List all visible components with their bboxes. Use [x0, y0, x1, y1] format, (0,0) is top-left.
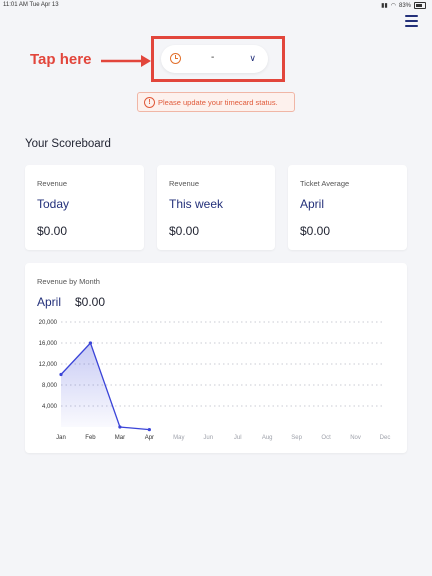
x-tick-label: Dec	[380, 435, 391, 441]
scoreboard-card-week[interactable]: Revenue This week $0.00	[157, 165, 275, 250]
scoreboard-card-today[interactable]: Revenue Today $0.00	[25, 165, 144, 250]
card-amount: $0.00	[169, 224, 200, 238]
chevron-down-icon: ∨	[249, 53, 256, 63]
alert-icon: !	[144, 97, 155, 108]
y-tick-label: 4,000	[42, 404, 58, 410]
x-tick-label: Mar	[115, 435, 125, 441]
y-tick-label: 8,000	[42, 383, 58, 389]
card-amount: $0.00	[300, 224, 331, 238]
revenue-chart: 4,000 8,000 12,000 16,000 20,000 Jan Feb Mar Apr…	[39, 320, 391, 441]
x-tick-label: May	[173, 435, 184, 441]
x-tick-label: Nov	[350, 435, 361, 441]
card-amount: $0.00	[37, 224, 68, 238]
card-label: Ticket Average	[300, 179, 350, 188]
scoreboard-title: Your Scoreboard	[25, 138, 111, 150]
status-time: 11:01 AM Tue Apr 13	[3, 2, 59, 8]
x-tick-label: Jan	[56, 435, 66, 441]
data-point	[88, 341, 93, 345]
data-point	[147, 428, 151, 432]
x-tick-label: Oct	[321, 435, 331, 441]
annotation-label: Tap here	[30, 51, 92, 68]
card-period: April	[300, 197, 325, 211]
data-point	[59, 372, 63, 377]
timecard-status-value: -	[211, 52, 215, 63]
timecard-status-dropdown[interactable]: - ∨	[161, 45, 268, 73]
card-label: Revenue	[37, 179, 68, 188]
card-period: This week	[169, 197, 224, 211]
x-tick-label: Aug	[262, 435, 273, 441]
battery-icon	[414, 2, 426, 9]
card-label: Revenue	[169, 179, 200, 188]
x-tick-label: Sep	[291, 435, 302, 441]
menu-icon[interactable]	[405, 15, 418, 27]
signal-icon: ▮▮	[381, 3, 388, 9]
y-tick-label: 12,000	[39, 362, 58, 368]
scoreboard-card-ticket-average[interactable]: Ticket Average April $0.00	[288, 165, 407, 250]
status-bar: 11:01 AM Tue Apr 13 ▮▮ ◠ 83%	[0, 0, 432, 10]
x-tick-label: Jun	[203, 435, 213, 441]
y-tick-label: 20,000	[39, 320, 58, 326]
x-tick-label: Jul	[234, 435, 242, 441]
card-period: Today	[37, 197, 70, 211]
x-tick-label: Feb	[85, 435, 96, 441]
status-indicators: ▮▮ ◠ 83%	[381, 2, 426, 9]
y-tick-label: 16,000	[39, 341, 58, 347]
alert-text: Please update your timecard status.	[158, 98, 278, 107]
battery-percent: 83%	[398, 2, 411, 9]
clock-icon	[170, 53, 181, 64]
data-point	[118, 425, 122, 429]
arrow-right-icon	[101, 55, 151, 67]
revenue-by-month-card: Revenue by Month April $0.00 4,000 8,000 1…	[25, 263, 407, 453]
timecard-alert: ! Please update your timecard status.	[137, 92, 295, 112]
x-tick-label: Apr	[145, 435, 154, 441]
wifi-icon: ◠	[390, 3, 396, 9]
